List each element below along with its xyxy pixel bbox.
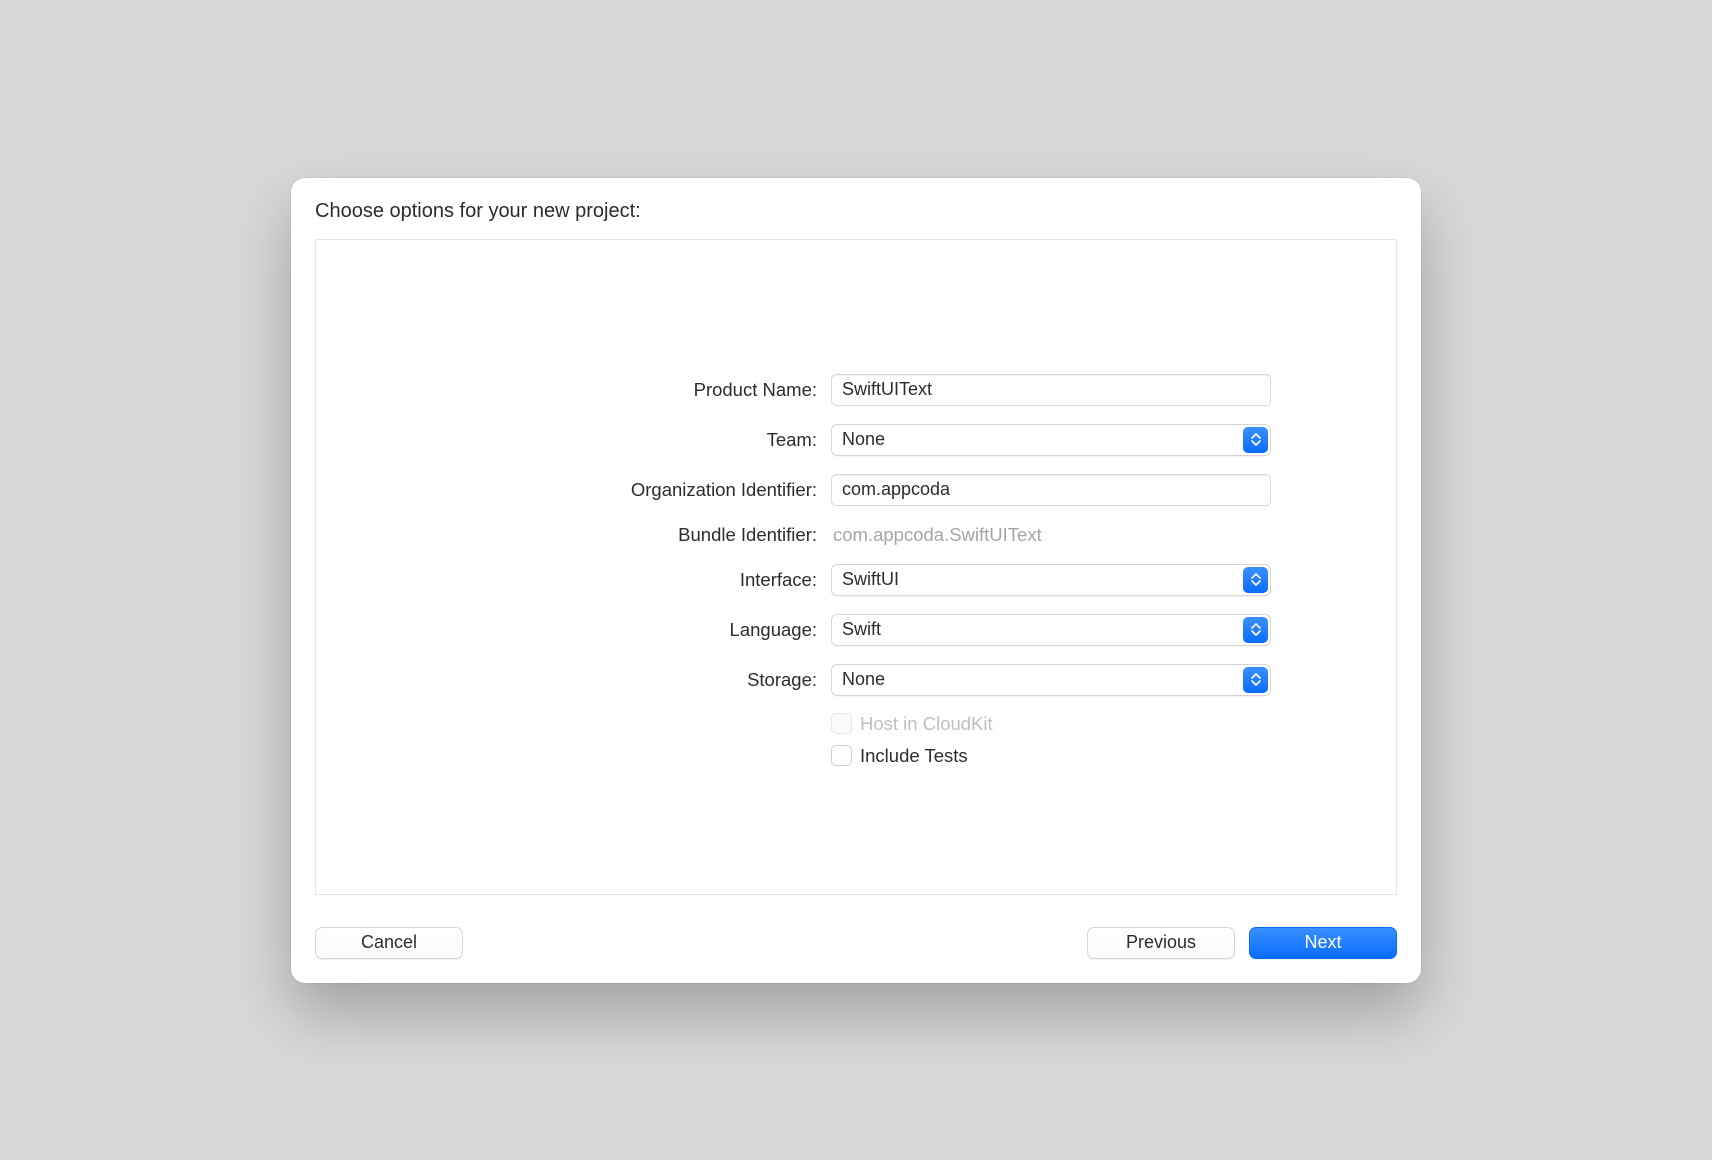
org-identifier-input[interactable] (831, 474, 1271, 506)
interface-select[interactable]: SwiftUI (831, 564, 1271, 596)
product-name-label: Product Name: (431, 379, 831, 401)
include-tests-label: Include Tests (860, 745, 968, 767)
dialog-title: Choose options for your new project: (315, 200, 1397, 223)
bundle-identifier-label: Bundle Identifier: (431, 524, 831, 546)
updown-icon (1243, 567, 1268, 593)
language-label: Language: (431, 619, 831, 641)
language-select[interactable]: Swift (831, 614, 1271, 646)
new-project-dialog: Choose options for your new project: Pro… (291, 178, 1421, 983)
host-cloudkit-label: Host in CloudKit (860, 713, 993, 735)
storage-label: Storage: (431, 669, 831, 691)
updown-icon (1243, 667, 1268, 693)
team-select-value: None (842, 429, 885, 450)
updown-icon (1243, 427, 1268, 453)
storage-select[interactable]: None (831, 664, 1271, 696)
storage-select-value: None (842, 669, 885, 690)
team-select[interactable]: None (831, 424, 1271, 456)
host-cloudkit-checkbox (831, 713, 852, 734)
dialog-footer: Cancel Previous Next (315, 927, 1397, 959)
language-select-value: Swift (842, 619, 881, 640)
cancel-button[interactable]: Cancel (315, 927, 463, 959)
include-tests-checkbox[interactable] (831, 745, 852, 766)
previous-button[interactable]: Previous (1087, 927, 1235, 959)
form-area: Product Name: Team: None Organization Id… (315, 239, 1397, 895)
bundle-identifier-value: com.appcoda.SwiftUIText (831, 524, 1271, 546)
interface-select-value: SwiftUI (842, 569, 899, 590)
interface-label: Interface: (431, 569, 831, 591)
org-identifier-label: Organization Identifier: (431, 479, 831, 501)
product-name-input[interactable] (831, 374, 1271, 406)
team-label: Team: (431, 429, 831, 451)
next-button[interactable]: Next (1249, 927, 1397, 959)
updown-icon (1243, 617, 1268, 643)
